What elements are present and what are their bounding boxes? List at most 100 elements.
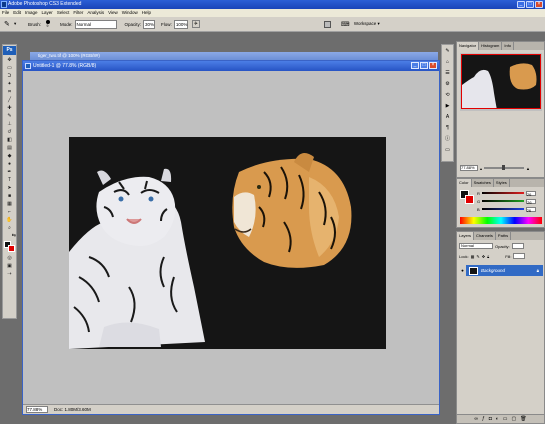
delete-layer-icon[interactable]: 🗑︎ xyxy=(520,416,526,422)
tab-styles[interactable]: Styles xyxy=(494,179,510,187)
link-layers-icon[interactable]: ∞ xyxy=(474,416,478,422)
color-spectrum[interactable] xyxy=(460,217,542,224)
tool-preset-dropdown[interactable]: ▾ xyxy=(14,21,20,27)
fill-field[interactable] xyxy=(513,253,526,259)
lasso-tool-icon[interactable]: ᑐ xyxy=(3,73,16,79)
menu-view[interactable]: View xyxy=(106,9,120,17)
minimize-button[interactable]: _ xyxy=(517,1,525,8)
menu-file[interactable]: File xyxy=(0,9,11,17)
brush-tool-icon[interactable]: ✎ xyxy=(4,20,14,28)
zoom-field[interactable]: 77.88% xyxy=(26,406,48,413)
blend-mode-select[interactable]: Normal xyxy=(459,243,493,249)
tab-histogram[interactable]: Histogram xyxy=(479,42,503,50)
menu-analysis[interactable]: Analysis xyxy=(85,9,106,17)
navigator-zoom-value[interactable]: 77.88% xyxy=(460,165,478,171)
zoom-in-icon[interactable]: ▲ xyxy=(526,166,530,171)
layer-comps-icon[interactable]: ☰ xyxy=(442,68,453,77)
menu-layer[interactable]: Layer xyxy=(40,9,55,17)
document-maximize-button[interactable]: □ xyxy=(420,62,428,69)
tab-channels[interactable]: Channels xyxy=(474,232,496,240)
layer-style-icon[interactable]: ƒ xyxy=(482,416,485,422)
screen-mode-icon[interactable]: ▣ xyxy=(3,263,16,269)
background-document-titlebar[interactable]: tiger_two.tif @ 100% (RGB/8#) xyxy=(30,52,438,60)
tab-color[interactable]: Color xyxy=(457,179,472,187)
red-value[interactable]: 26 xyxy=(525,190,536,197)
new-layer-icon[interactable]: ▢ xyxy=(512,416,517,422)
mode-select[interactable]: Normal xyxy=(74,19,117,29)
brushes-panel-icon[interactable]: ✎ xyxy=(442,46,453,55)
info-icon[interactable]: ⓘ xyxy=(442,134,453,143)
tab-navigator[interactable]: Navigator xyxy=(457,42,480,50)
tab-layers[interactable]: Layers xyxy=(457,232,475,240)
blur-tool-icon[interactable]: ◆ xyxy=(3,153,16,159)
color-panel-swatches[interactable] xyxy=(460,190,474,204)
palette-well-icon[interactable] xyxy=(323,20,331,28)
quick-mask-icon[interactable]: ◎ xyxy=(3,255,16,261)
menu-edit[interactable]: Edit xyxy=(11,9,23,17)
blue-value[interactable]: 26 xyxy=(525,206,536,213)
pen-tool-icon[interactable]: ✒ xyxy=(3,169,16,175)
paragraph-icon[interactable]: ¶ xyxy=(442,123,453,132)
menu-filter[interactable]: Filter xyxy=(71,9,85,17)
document-close-button[interactable]: × xyxy=(429,62,437,69)
navigator-view-box[interactable] xyxy=(461,54,541,109)
layer-opacity-field[interactable] xyxy=(511,243,524,249)
doc-size-info[interactable]: Doc: 1.80M/3.60M xyxy=(54,405,91,414)
gradient-tool-icon[interactable]: ▤ xyxy=(3,145,16,151)
workspace-button[interactable]: Workspace ▾ xyxy=(354,21,380,27)
eyedropper-tool-icon[interactable]: ⌐ xyxy=(3,209,16,215)
swap-colors-icon[interactable]: ⇆ xyxy=(3,233,16,239)
visibility-eye-icon[interactable]: ● xyxy=(459,265,466,276)
marquee-tool-icon[interactable]: ▭ xyxy=(3,65,16,71)
layer-row-background[interactable]: ● Background 🔒︎ xyxy=(459,265,543,276)
layer-name[interactable]: Background xyxy=(481,268,505,273)
background-color[interactable] xyxy=(8,245,15,252)
lock-image-icon[interactable]: ✎ xyxy=(476,254,479,259)
crop-tool-icon[interactable]: ⌗ xyxy=(3,89,16,95)
move-tool-icon[interactable]: ✥ xyxy=(3,57,16,63)
notes-tool-icon[interactable]: ▦ xyxy=(3,201,16,207)
slice-tool-icon[interactable]: ╱ xyxy=(3,97,16,103)
blue-slider[interactable] xyxy=(481,208,524,210)
canvas-area[interactable] xyxy=(23,71,439,404)
actions-icon[interactable]: ▶ xyxy=(442,101,453,110)
maximize-button[interactable]: □ xyxy=(526,1,534,8)
flow-field[interactable]: 100% xyxy=(173,19,188,29)
document-titlebar[interactable]: Untitled-1 @ 77.8% (RGB/8) _ □ × xyxy=(23,61,439,71)
menu-image[interactable]: Image xyxy=(23,9,40,17)
zoom-slider-thumb[interactable] xyxy=(502,165,506,170)
lock-position-icon[interactable]: ✥ xyxy=(482,254,485,259)
image-canvas[interactable] xyxy=(69,137,386,349)
menu-select[interactable]: Select xyxy=(55,9,72,17)
color-background-swatch[interactable] xyxy=(465,195,474,204)
navigator-preview[interactable] xyxy=(460,53,542,111)
clone-source-icon[interactable]: ⚙ xyxy=(442,79,453,88)
dodge-tool-icon[interactable]: ● xyxy=(3,161,16,167)
airbrush-icon[interactable]: ✈ xyxy=(191,20,200,28)
close-button[interactable]: × xyxy=(535,1,543,8)
imageready-icon[interactable]: ⇢ xyxy=(3,271,16,277)
green-value[interactable]: 26 xyxy=(526,198,537,205)
hand-tool-icon[interactable]: ✋ xyxy=(3,217,16,223)
lock-transparency-icon[interactable]: ▦ xyxy=(471,254,475,259)
brush-tool-icon[interactable]: ✎ xyxy=(3,113,16,119)
zoom-tool-icon[interactable]: ⌕ xyxy=(3,225,16,231)
clone-stamp-tool-icon[interactable]: ⊥ xyxy=(3,121,16,127)
magic-wand-tool-icon[interactable]: ✦ xyxy=(3,81,16,87)
notes-icon[interactable]: ▭ xyxy=(442,145,453,154)
document-minimize-button[interactable]: _ xyxy=(411,62,419,69)
tab-swatches[interactable]: Swatches xyxy=(472,179,494,187)
shape-tool-icon[interactable]: ■ xyxy=(3,193,16,199)
eraser-tool-icon[interactable]: ◧ xyxy=(3,137,16,143)
brush-picker[interactable]: 9 xyxy=(43,20,52,28)
history-brush-tool-icon[interactable]: ↺ xyxy=(3,129,16,135)
tab-paths[interactable]: Paths xyxy=(496,232,512,240)
healing-brush-tool-icon[interactable]: ✚ xyxy=(3,105,16,111)
tool-presets-icon[interactable]: ⌂ xyxy=(442,57,453,66)
lock-all-icon[interactable]: 🔒︎ xyxy=(487,254,489,259)
tool-preset-icon[interactable]: ⌨ xyxy=(341,21,351,28)
type-tool-icon[interactable]: T xyxy=(3,177,16,183)
path-selection-tool-icon[interactable]: ➤ xyxy=(3,185,16,191)
zoom-out-icon[interactable]: ▴ xyxy=(480,166,482,171)
new-group-icon[interactable]: ▭ xyxy=(503,416,508,422)
